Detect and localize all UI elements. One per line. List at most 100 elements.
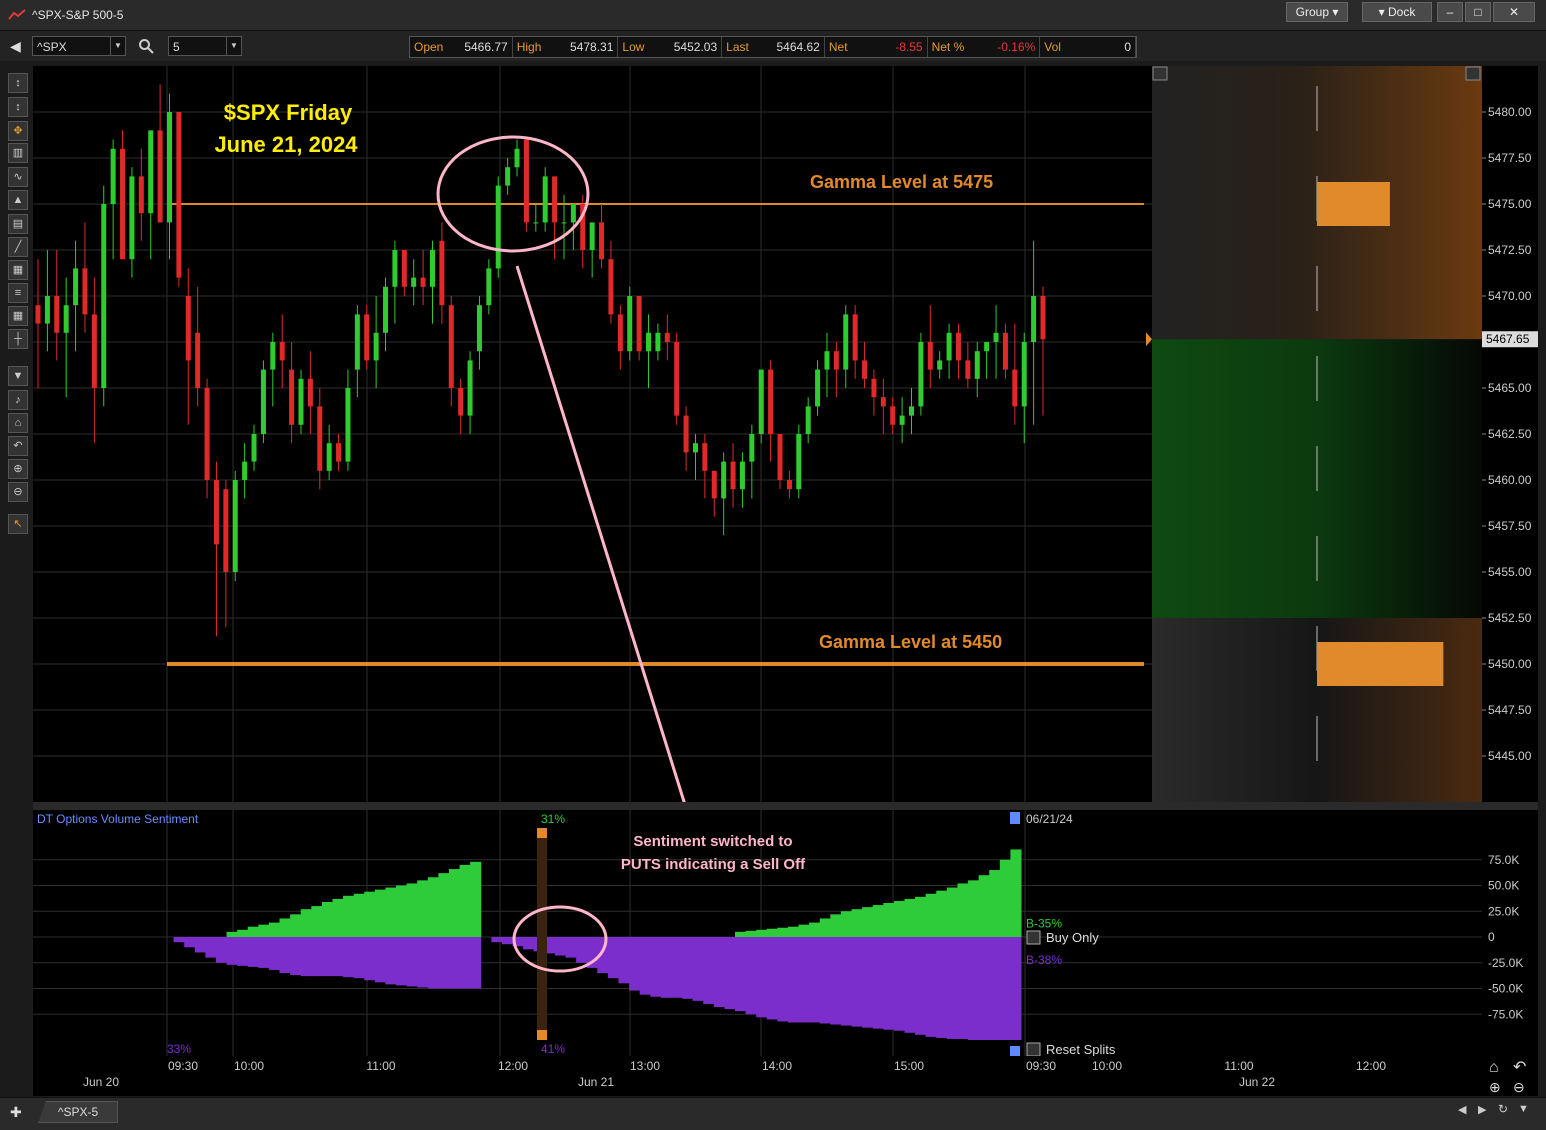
time-tick-label: 12:00: [498, 1059, 528, 1073]
trendline-icon[interactable]: ╱: [8, 237, 28, 257]
group-label: Group: [1295, 5, 1329, 19]
axis-undo-icon: ↶: [1513, 1059, 1526, 1076]
candle-body: [862, 360, 868, 379]
search-icon[interactable]: [138, 38, 154, 54]
panel-separator[interactable]: [33, 802, 1538, 810]
candle-body: [909, 406, 915, 416]
time-tick-label: 13:00: [630, 1059, 660, 1073]
gex-menu-icon[interactable]: [1465, 66, 1481, 81]
axis-home-icon: ⌂: [1489, 1059, 1499, 1076]
sentiment-bar-sell: [576, 937, 588, 963]
refresh-icon[interactable]: ↻: [1498, 1102, 1508, 1116]
group-button[interactable]: Group ▾: [1286, 2, 1348, 22]
crosshair-icon[interactable]: ↕: [8, 97, 28, 117]
candle-body: [279, 342, 285, 361]
pct-label-bottom-left: 33%: [167, 1042, 191, 1056]
candle-body: [852, 314, 858, 361]
cursor-icon[interactable]: ↕: [8, 73, 28, 93]
chevron-down-icon[interactable]: ▼: [110, 37, 125, 55]
symbol-combo[interactable]: ^SPX ▼: [32, 36, 126, 56]
candle-body: [768, 369, 774, 434]
candle-body: [1002, 332, 1008, 370]
sentiment-bar-sell: [713, 937, 725, 1008]
grid-icon[interactable]: ▦: [8, 260, 28, 280]
price-tick-label: 5480.00: [1488, 105, 1532, 119]
sentiment-bar-buy: [819, 918, 831, 937]
sentiment-bar-sell: [893, 937, 905, 1031]
sentiment-bar-buy: [787, 926, 800, 937]
close-icon[interactable]: ✕: [1493, 2, 1535, 22]
sentiment-bar-buy: [809, 922, 821, 937]
add-tab-icon[interactable]: ✚: [10, 1104, 22, 1121]
sentiment-bar-sell: [745, 937, 757, 1015]
sentiment-bar-sell: [957, 937, 969, 1039]
candle-body: [411, 277, 417, 287]
price-tick-label: 5475.00: [1488, 197, 1532, 211]
price-tick-label: 5447.50: [1488, 703, 1532, 717]
text-tool-icon[interactable]: ♪: [8, 390, 28, 410]
candle-body: [129, 176, 135, 260]
quote-net: Net % -0.16%: [928, 37, 1041, 57]
chevron-down-icon[interactable]: ▼: [226, 37, 241, 55]
candle-body: [1012, 369, 1018, 407]
candle-body: [345, 388, 351, 462]
zoom-in-icon[interactable]: ⊕: [8, 459, 28, 479]
sentiment-bar-sell: [332, 937, 344, 977]
candle-body: [946, 332, 952, 361]
sentiment-bar-sell: [703, 937, 715, 1004]
sentiment-bar-sell: [840, 937, 853, 1026]
fib-icon[interactable]: ≡: [8, 283, 28, 303]
quote-key: Last: [726, 40, 749, 54]
candle-body: [815, 369, 821, 407]
candle-body: [984, 342, 990, 352]
home-icon[interactable]: ⌂: [8, 413, 28, 433]
pan-icon[interactable]: ✥: [8, 121, 28, 141]
quote-key: Net %: [931, 40, 965, 54]
sentiment-bar-sell: [470, 937, 482, 989]
maximize-icon[interactable]: □: [1465, 2, 1491, 22]
gamma-label-bottom: Gamma Level at 5450: [819, 632, 1002, 652]
switch-marker-top: [537, 828, 547, 838]
time-tick-label: 11:00: [366, 1059, 395, 1073]
dock-button[interactable]: ▾ Dock: [1362, 2, 1432, 22]
interval-combo[interactable]: 5 ▼: [168, 36, 242, 56]
window-title: ^SPX-S&P 500-5: [32, 8, 124, 22]
gear-icon[interactable]: [1026, 930, 1041, 945]
candle-body: [73, 268, 79, 306]
price-tick-label: 5445.00: [1488, 749, 1532, 763]
zoom-out-icon[interactable]: ⊖: [8, 482, 28, 502]
price-tick-label: 5470.00: [1488, 289, 1532, 303]
mountain-icon[interactable]: ▲: [8, 190, 28, 210]
quote-key: Vol: [1044, 40, 1061, 54]
reset-splits-icon[interactable]: [1026, 1042, 1041, 1057]
tab-spx-5[interactable]: ^SPX-5: [38, 1101, 118, 1123]
pointer-icon[interactable]: ↖: [8, 514, 28, 534]
menu-down-icon[interactable]: ▼: [1518, 1103, 1529, 1115]
sentiment-bar-buy: [766, 928, 778, 937]
back-arrow-icon[interactable]: ◀: [10, 38, 21, 55]
cross-icon[interactable]: ┼: [8, 329, 28, 349]
candle-icon[interactable]: ▤: [8, 214, 28, 234]
candle-body: [899, 415, 905, 425]
marker-icon[interactable]: ▼: [8, 366, 28, 386]
sentiment-bar-sell: [396, 937, 408, 986]
sentiment-bar-buy: [798, 924, 810, 937]
sentiment-bar-sell: [438, 937, 450, 989]
candle-body: [937, 360, 943, 370]
status-bar: ✚ ^SPX-5 ◀ ▶ ↻ ▼: [0, 1097, 1546, 1130]
gex-settings-icon[interactable]: [1152, 66, 1168, 81]
undo-icon[interactable]: ↶: [8, 436, 28, 456]
minimize-icon[interactable]: –: [1437, 2, 1463, 22]
candle-body: [599, 222, 605, 260]
candle-body: [514, 148, 520, 168]
sentiment-bar-buy: [946, 887, 958, 937]
next-tab-icon[interactable]: ▶: [1478, 1103, 1486, 1116]
candle-body: [373, 332, 379, 361]
sentiment-bar-buy: [332, 898, 344, 937]
bar-style-icon[interactable]: ▥: [8, 143, 28, 163]
sentiment-bar-buy: [999, 859, 1011, 937]
channel-icon[interactable]: ▦: [8, 306, 28, 326]
line-style-icon[interactable]: ∿: [8, 167, 28, 187]
sentiment-bar-buy: [427, 877, 439, 937]
prev-tab-icon[interactable]: ◀: [1458, 1103, 1466, 1116]
